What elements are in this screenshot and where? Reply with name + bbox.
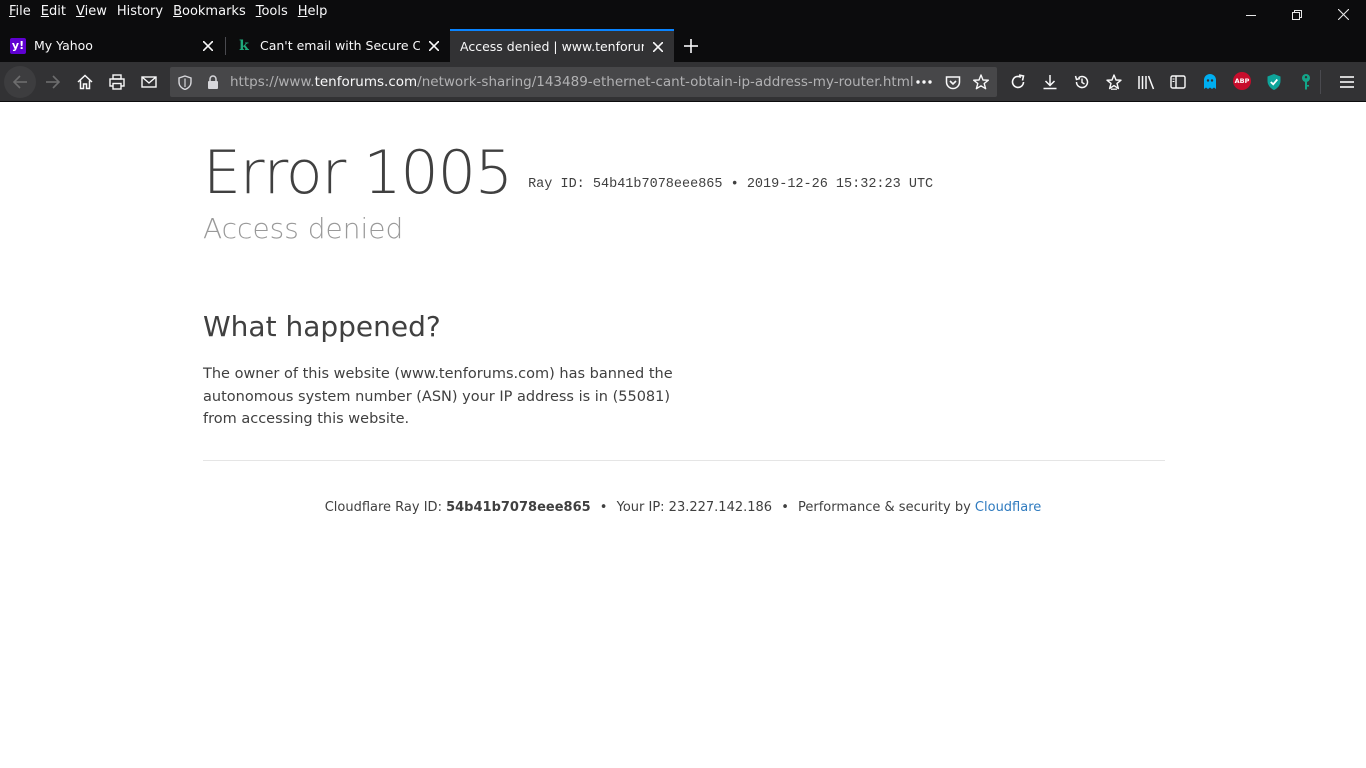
- ray-id-value: 54b41b7078eee865: [446, 500, 591, 515]
- error-subtitle: Access denied: [203, 212, 404, 245]
- menu-tools[interactable]: Tools: [251, 2, 293, 21]
- hamburger-menu-icon: [1340, 76, 1354, 88]
- ghostery-extension-button[interactable]: [1194, 66, 1226, 98]
- menu-help[interactable]: Help: [293, 2, 333, 21]
- tab-close-button[interactable]: [650, 39, 666, 55]
- yahoo-icon: y!: [10, 37, 26, 54]
- window-controls: [1228, 0, 1366, 29]
- lock-icon[interactable]: [205, 74, 221, 90]
- tab-close-button[interactable]: [200, 38, 216, 54]
- minimize-icon: [1246, 14, 1256, 16]
- page-actions-menu-icon[interactable]: [916, 74, 932, 90]
- menu-file[interactable]: File: [4, 2, 36, 21]
- tab-secure-connection[interactable]: k Can't email with Secure Conne: [226, 29, 450, 62]
- back-button[interactable]: [4, 66, 36, 98]
- bookmark-star-icon[interactable]: [973, 74, 989, 90]
- client-ip: Your IP: 23.227.142.186: [616, 500, 773, 515]
- restore-icon: [1292, 9, 1302, 20]
- reload-icon: [1011, 74, 1025, 89]
- close-icon: [1337, 9, 1349, 20]
- history-button[interactable]: [1066, 66, 1098, 98]
- close-icon: [203, 40, 213, 51]
- printer-icon: [109, 74, 125, 90]
- envelope-icon: [141, 76, 157, 88]
- reload-button[interactable]: [1002, 66, 1034, 98]
- cloudflare-link[interactable]: Cloudflare: [975, 500, 1041, 515]
- download-icon: [1043, 75, 1057, 90]
- home-button[interactable]: [69, 66, 101, 98]
- tab-strip: y! My Yahoo k Can't email with Secure Co…: [0, 29, 1366, 62]
- title-bar: File Edit View History Bookmarks Tools H…: [0, 0, 1366, 29]
- tracking-protection-shield-icon[interactable]: [177, 74, 193, 90]
- print-button[interactable]: [101, 66, 133, 98]
- ghost-icon: [1204, 74, 1216, 89]
- menu-bookmarks[interactable]: Bookmarks: [168, 2, 251, 21]
- error-heading: Error 1005 Ray ID: 54b41b7078eee865 • 20…: [203, 138, 933, 208]
- arrow-left-icon: [12, 75, 27, 89]
- k-icon: k: [239, 37, 249, 54]
- close-icon: [653, 41, 663, 52]
- sidebar-button[interactable]: [1162, 66, 1194, 98]
- restore-button[interactable]: [1274, 0, 1320, 29]
- footer-divider: [203, 460, 1165, 461]
- toolbar-separator: [1320, 70, 1321, 94]
- key-icon: [1302, 74, 1310, 90]
- minimize-button[interactable]: [1228, 0, 1274, 29]
- performance-text: Performance & security by: [798, 500, 971, 515]
- url-text[interactable]: https://www.tenforums.com/network-sharin…: [230, 74, 914, 90]
- key-extension-button[interactable]: [1290, 66, 1322, 98]
- security-shield-extension-button[interactable]: [1258, 66, 1290, 98]
- ray-id-label: Cloudflare Ray ID:: [324, 500, 442, 515]
- new-tab-button[interactable]: [676, 29, 706, 62]
- bookmarks-menu-button[interactable]: [1098, 66, 1130, 98]
- what-happened-heading: What happened?: [203, 310, 441, 343]
- url-bar[interactable]: https://www.tenforums.com/network-sharin…: [170, 67, 997, 97]
- menu-bar: File Edit View History Bookmarks Tools H…: [0, 0, 332, 22]
- library-icon: [1138, 75, 1155, 90]
- tab-access-denied[interactable]: Access denied | www.tenforums.co: [450, 29, 674, 62]
- close-icon: [429, 40, 439, 51]
- error-code: Error 1005: [203, 138, 513, 208]
- separator-dot: •: [781, 500, 789, 515]
- explanation-text: The owner of this website (www.tenforums…: [203, 366, 673, 427]
- shield-check-icon: [1267, 74, 1281, 90]
- adblock-plus-icon[interactable]: ABP: [1233, 72, 1251, 90]
- tab-title: Access denied | www.tenforums.co: [460, 39, 644, 54]
- library-button[interactable]: [1130, 66, 1162, 98]
- email-link-button[interactable]: [133, 66, 165, 98]
- ray-id-timestamp: Ray ID: 54b41b7078eee865 • 2019-12-26 15…: [528, 177, 934, 192]
- star-list-icon: [1106, 74, 1122, 90]
- menu-view[interactable]: View: [71, 2, 112, 21]
- history-icon: [1074, 75, 1089, 89]
- home-icon: [77, 74, 93, 90]
- tab-close-button[interactable]: [426, 38, 442, 54]
- navigation-toolbar: https://www.tenforums.com/network-sharin…: [0, 62, 1366, 102]
- tab-title: My Yahoo: [34, 38, 93, 53]
- arrow-right-icon: [46, 75, 61, 89]
- plus-icon: [684, 38, 698, 53]
- tab-my-yahoo[interactable]: y! My Yahoo: [0, 29, 224, 62]
- pocket-icon[interactable]: [945, 74, 961, 90]
- sidebar-icon: [1170, 75, 1186, 89]
- downloads-button[interactable]: [1034, 66, 1066, 98]
- footer: Cloudflare Ray ID: 54b41b7078eee865 • Yo…: [0, 500, 1366, 515]
- forward-button[interactable]: [37, 66, 69, 98]
- menu-edit[interactable]: Edit: [36, 2, 71, 21]
- menu-history[interactable]: History: [112, 2, 168, 21]
- close-window-button[interactable]: [1320, 0, 1366, 29]
- separator-dot: •: [599, 500, 608, 515]
- app-menu-button[interactable]: [1331, 66, 1363, 98]
- tab-title: Can't email with Secure Conne: [260, 38, 420, 53]
- page-content: Error 1005 Ray ID: 54b41b7078eee865 • 20…: [0, 102, 1366, 768]
